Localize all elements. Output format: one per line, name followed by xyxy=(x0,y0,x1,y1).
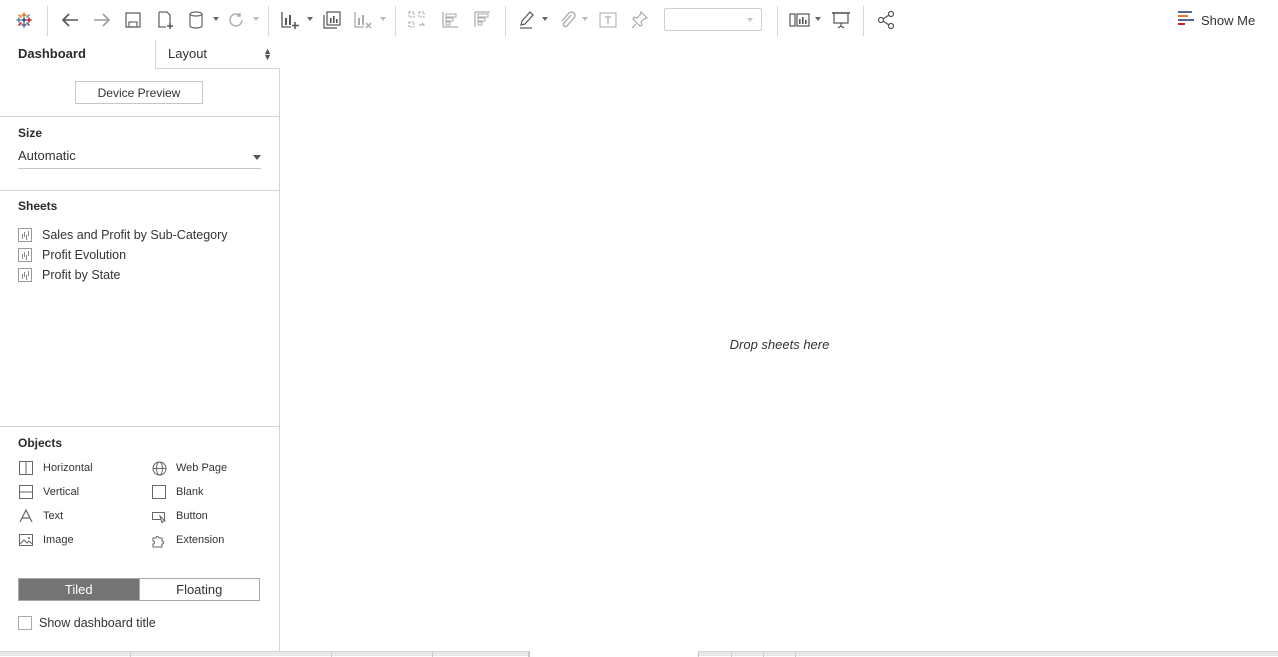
sheet-label: Sales and Profit by Sub-Category xyxy=(42,228,228,242)
sort-descending-icon[interactable] xyxy=(470,8,494,32)
worksheet-icon xyxy=(18,268,32,282)
object-label: Button xyxy=(176,510,208,522)
show-dashboard-title-checkbox[interactable]: Show dashboard title xyxy=(18,615,156,631)
duplicate-sheet-icon[interactable] xyxy=(320,8,344,32)
object-label: Blank xyxy=(176,486,204,498)
object-label: Vertical xyxy=(43,486,80,498)
button-object-icon xyxy=(151,508,167,524)
dashboard-sidebar: Dashboard Layout ▲ ▼ Device Preview Size … xyxy=(0,40,280,651)
horizontal-container-icon xyxy=(18,460,34,476)
dashboard-canvas[interactable]: Drop sheets here xyxy=(281,40,1278,651)
sheet-label: Profit by State xyxy=(42,268,121,282)
sort-ascending-icon[interactable] xyxy=(438,8,462,32)
undo-icon[interactable] xyxy=(58,8,82,32)
object-label: Text xyxy=(43,510,64,522)
show-me-icon xyxy=(1178,11,1195,29)
new-data-source-icon[interactable] xyxy=(154,8,176,32)
object-vertical[interactable]: Vertical xyxy=(18,483,79,501)
floating-button[interactable]: Floating xyxy=(138,579,259,600)
blank-object-icon xyxy=(151,484,167,500)
object-text[interactable]: Text xyxy=(18,507,63,525)
sheet-item[interactable]: Profit Evolution xyxy=(18,246,126,264)
swap-rows-columns-icon[interactable] xyxy=(405,8,429,32)
tab-layout[interactable]: Layout ▲ ▼ xyxy=(155,40,280,69)
object-label: Image xyxy=(43,534,74,546)
sheets-section-title: Sheets xyxy=(18,199,58,213)
tab-dashboard[interactable]: Dashboard xyxy=(18,46,86,61)
chevron-down-icon xyxy=(253,155,261,160)
sheet-item[interactable]: Sales and Profit by Sub-Category xyxy=(18,226,228,244)
worksheet-icon xyxy=(18,248,32,262)
object-label: Web Page xyxy=(176,462,228,474)
tiled-button[interactable]: Tiled xyxy=(19,579,139,600)
data-source-icon[interactable] xyxy=(185,8,207,32)
redo-icon[interactable] xyxy=(90,8,114,32)
sheet-label: Profit Evolution xyxy=(42,248,127,262)
vertical-container-icon xyxy=(18,484,34,500)
tiled-floating-toggle: Tiled Floating xyxy=(18,578,260,601)
show-me-label: Show Me xyxy=(1201,12,1256,28)
show-mark-labels-icon[interactable] xyxy=(596,8,620,32)
show-me-button[interactable]: Show Me xyxy=(1178,9,1255,31)
objects-section-title: Objects xyxy=(18,436,63,450)
clear-sheet-icon[interactable] xyxy=(351,8,375,32)
checkbox-label: Show dashboard title xyxy=(39,616,156,630)
refresh-icon[interactable] xyxy=(225,8,247,32)
object-blank[interactable]: Blank xyxy=(151,483,204,501)
share-icon[interactable] xyxy=(874,8,898,32)
checkbox-box[interactable] xyxy=(18,616,32,630)
object-horizontal[interactable]: Horizontal xyxy=(18,459,93,477)
worksheet-icon xyxy=(18,228,32,242)
object-extension[interactable]: Extension xyxy=(151,531,224,549)
extension-puzzle-icon xyxy=(151,532,167,548)
tableau-logo-icon[interactable] xyxy=(13,8,35,32)
size-dropdown[interactable]: Automatic xyxy=(18,148,261,169)
highlight-icon[interactable] xyxy=(516,8,540,32)
divider xyxy=(0,116,279,117)
up-down-arrows-icon: ▲ ▼ xyxy=(263,46,272,62)
globe-icon xyxy=(151,460,167,476)
presentation-mode-icon[interactable] xyxy=(829,8,853,32)
chevron-down-icon xyxy=(747,18,753,22)
divider xyxy=(0,190,279,191)
text-object-icon xyxy=(18,508,34,524)
object-label: Horizontal xyxy=(43,462,93,474)
object-image[interactable]: Image xyxy=(18,531,74,549)
device-preview-button[interactable]: Device Preview xyxy=(75,81,203,104)
group-members-icon[interactable] xyxy=(555,8,579,32)
size-value: Automatic xyxy=(18,148,76,163)
size-section-title: Size xyxy=(18,126,43,140)
toolbar: Show Me xyxy=(0,0,1278,40)
object-label: Extension xyxy=(176,534,225,546)
object-button[interactable]: Button xyxy=(151,507,208,525)
active-sheet-tab[interactable] xyxy=(529,651,699,657)
fit-dropdown[interactable] xyxy=(664,8,762,31)
object-web-page[interactable]: Web Page xyxy=(151,459,227,477)
fix-axes-icon[interactable] xyxy=(628,8,652,32)
new-worksheet-icon[interactable] xyxy=(278,8,302,32)
show-cards-icon[interactable] xyxy=(788,8,812,32)
sidebar-tabs: Dashboard Layout ▲ ▼ xyxy=(0,40,280,69)
tab-layout-label: Layout xyxy=(168,46,208,61)
sheet-item[interactable]: Profit by State xyxy=(18,266,121,284)
save-icon[interactable] xyxy=(122,8,144,32)
image-object-icon xyxy=(18,532,34,548)
sheet-tab-strip xyxy=(0,651,1278,657)
drop-zone-hint: Drop sheets here xyxy=(729,337,830,352)
divider xyxy=(0,426,279,427)
